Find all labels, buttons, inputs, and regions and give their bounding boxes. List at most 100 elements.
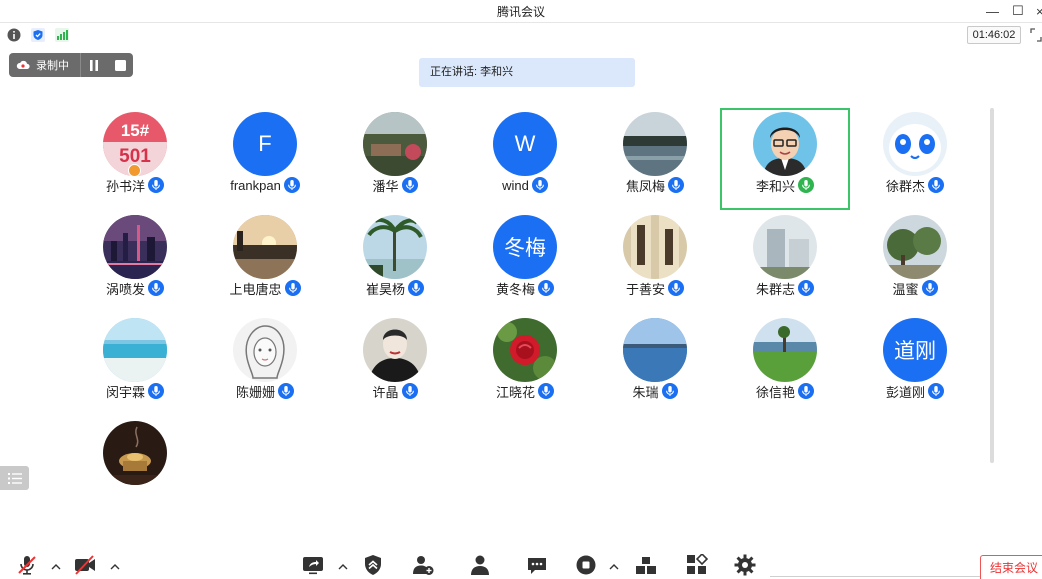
grid-scrollbar[interactable] — [990, 108, 994, 463]
participant-name: 徐信艳 — [755, 384, 795, 400]
participant-name: 潘华 — [372, 178, 399, 194]
participant-name-row: 闵宇霖 — [70, 382, 200, 400]
settings-icon[interactable] — [734, 554, 756, 576]
participant-tile[interactable]: 闵宇霖 — [70, 314, 200, 416]
participant-name-row: 彭道刚 — [850, 382, 980, 400]
mic-icon — [798, 177, 814, 193]
participant-name: 上电唐忠 — [229, 281, 282, 297]
mic-icon — [278, 383, 294, 399]
participant-name-row: wind — [460, 176, 590, 194]
avatar: W — [493, 112, 557, 176]
participant-tile[interactable] — [70, 417, 200, 489]
mic-icon — [668, 280, 684, 296]
participant-tile[interactable]: Ffrankpan — [200, 108, 330, 210]
members-icon[interactable] — [469, 554, 491, 576]
mic-options-chevron-icon[interactable] — [51, 562, 61, 572]
participant-tile[interactable]: 于善安 — [590, 211, 720, 313]
mic-icon — [401, 383, 418, 399]
participant-name: 江晓花 — [495, 384, 535, 400]
mic-icon — [148, 280, 164, 296]
share-options-chevron-icon[interactable] — [338, 562, 348, 572]
participant-tile[interactable]: 朱群志 — [720, 211, 850, 313]
participant-tile[interactable]: 陈姗姗 — [200, 314, 330, 416]
participant-name-row — [70, 485, 200, 489]
participant-name-row: 潘华 — [330, 176, 460, 194]
avatar — [363, 215, 427, 279]
stop-recording-button[interactable] — [107, 53, 133, 77]
participant-name: 陈姗姗 — [235, 384, 275, 400]
mute-mic-icon[interactable] — [16, 554, 38, 576]
video-off-icon[interactable] — [74, 554, 96, 576]
close-button[interactable]: × — [1036, 0, 1042, 22]
participant-name: 李和兴 — [755, 178, 795, 194]
participant-tile[interactable]: 焦凤梅 — [590, 108, 720, 210]
avatar — [623, 318, 687, 382]
participant-tile[interactable]: 江晓花 — [460, 314, 590, 416]
info-bar: 01:46:02 — [0, 22, 1042, 46]
mic-icon — [798, 383, 814, 399]
participant-tile[interactable]: 潘华 — [330, 108, 460, 210]
avatar — [753, 318, 817, 382]
mic-icon — [401, 177, 418, 193]
layout-icon[interactable] — [635, 554, 657, 576]
participant-name: 徐群杰 — [885, 178, 925, 194]
participant-tile[interactable]: Wwind — [460, 108, 590, 210]
divider — [770, 576, 980, 577]
fullscreen-icon[interactable] — [1030, 28, 1042, 42]
mic-icon — [283, 177, 300, 193]
share-screen-icon[interactable] — [302, 554, 324, 576]
invite-icon[interactable] — [412, 554, 434, 576]
participant-tile[interactable]: 崔昊杨 — [330, 211, 460, 313]
shield-icon[interactable] — [31, 28, 45, 42]
mic-icon — [148, 383, 164, 399]
end-meeting-button[interactable]: 结束会议 — [980, 555, 1042, 579]
recording-label: 录制中 — [36, 60, 69, 72]
pause-recording-button[interactable] — [81, 53, 107, 77]
participant-tile[interactable]: 涡喷发 — [70, 211, 200, 313]
participant-name: 孙书洋 — [105, 178, 145, 194]
participant-name: 闵宇霖 — [105, 384, 145, 400]
badge-text-top: 15# — [121, 121, 150, 140]
member-list-toggle[interactable] — [0, 466, 29, 490]
participant-name: 彭道刚 — [885, 384, 925, 400]
record-options-chevron-icon[interactable] — [609, 562, 619, 572]
participant-tile[interactable]: 朱瑞 — [590, 314, 720, 416]
chat-icon[interactable] — [526, 554, 548, 576]
participant-tile[interactable]: 15# 501 孙书洋 — [70, 108, 200, 210]
recording-status: 录制中 — [9, 53, 80, 77]
pause-icon — [90, 59, 99, 71]
maximize-button[interactable]: ☐ — [1012, 0, 1024, 22]
participant-name-row: 崔昊杨 — [330, 279, 460, 297]
avatar: F — [233, 112, 297, 176]
participant-tile[interactable]: 道刚 彭道刚 — [850, 314, 980, 416]
participant-tile[interactable]: 上电唐忠 — [200, 211, 330, 313]
mic-icon — [284, 280, 301, 296]
participant-name: wind — [502, 177, 529, 193]
participant-tile[interactable]: 许晶 — [330, 314, 460, 416]
participant-tile[interactable]: 李和兴 — [720, 108, 850, 210]
mic-icon — [148, 177, 164, 193]
participant-tile[interactable]: 徐群杰 — [850, 108, 980, 210]
apps-icon[interactable] — [686, 554, 708, 576]
avatar: 道刚 — [883, 318, 947, 382]
participant-name-row: 徐信艳 — [720, 382, 850, 400]
participant-name: 许晶 — [372, 384, 399, 400]
participant-name: 朱群志 — [755, 281, 795, 297]
meeting-toolbar — [0, 548, 1042, 579]
window-title: 腾讯会议 — [496, 4, 545, 19]
mic-icon — [668, 177, 684, 193]
participant-name-row: 孙书洋 — [70, 176, 200, 194]
avatar — [753, 215, 817, 279]
record-icon[interactable] — [575, 554, 597, 576]
video-options-chevron-icon[interactable] — [110, 562, 120, 572]
info-icon[interactable] — [7, 28, 21, 42]
avatar — [233, 215, 297, 279]
participant-tile[interactable]: 温蜜 — [850, 211, 980, 313]
mic-icon — [408, 280, 424, 296]
participant-tile[interactable]: 徐信艳 — [720, 314, 850, 416]
minimize-button[interactable]: — — [986, 0, 999, 22]
signal-icon[interactable] — [55, 28, 69, 42]
security-icon[interactable] — [362, 554, 384, 576]
mic-icon — [798, 280, 814, 296]
participant-tile[interactable]: 冬梅 黄冬梅 — [460, 211, 590, 313]
